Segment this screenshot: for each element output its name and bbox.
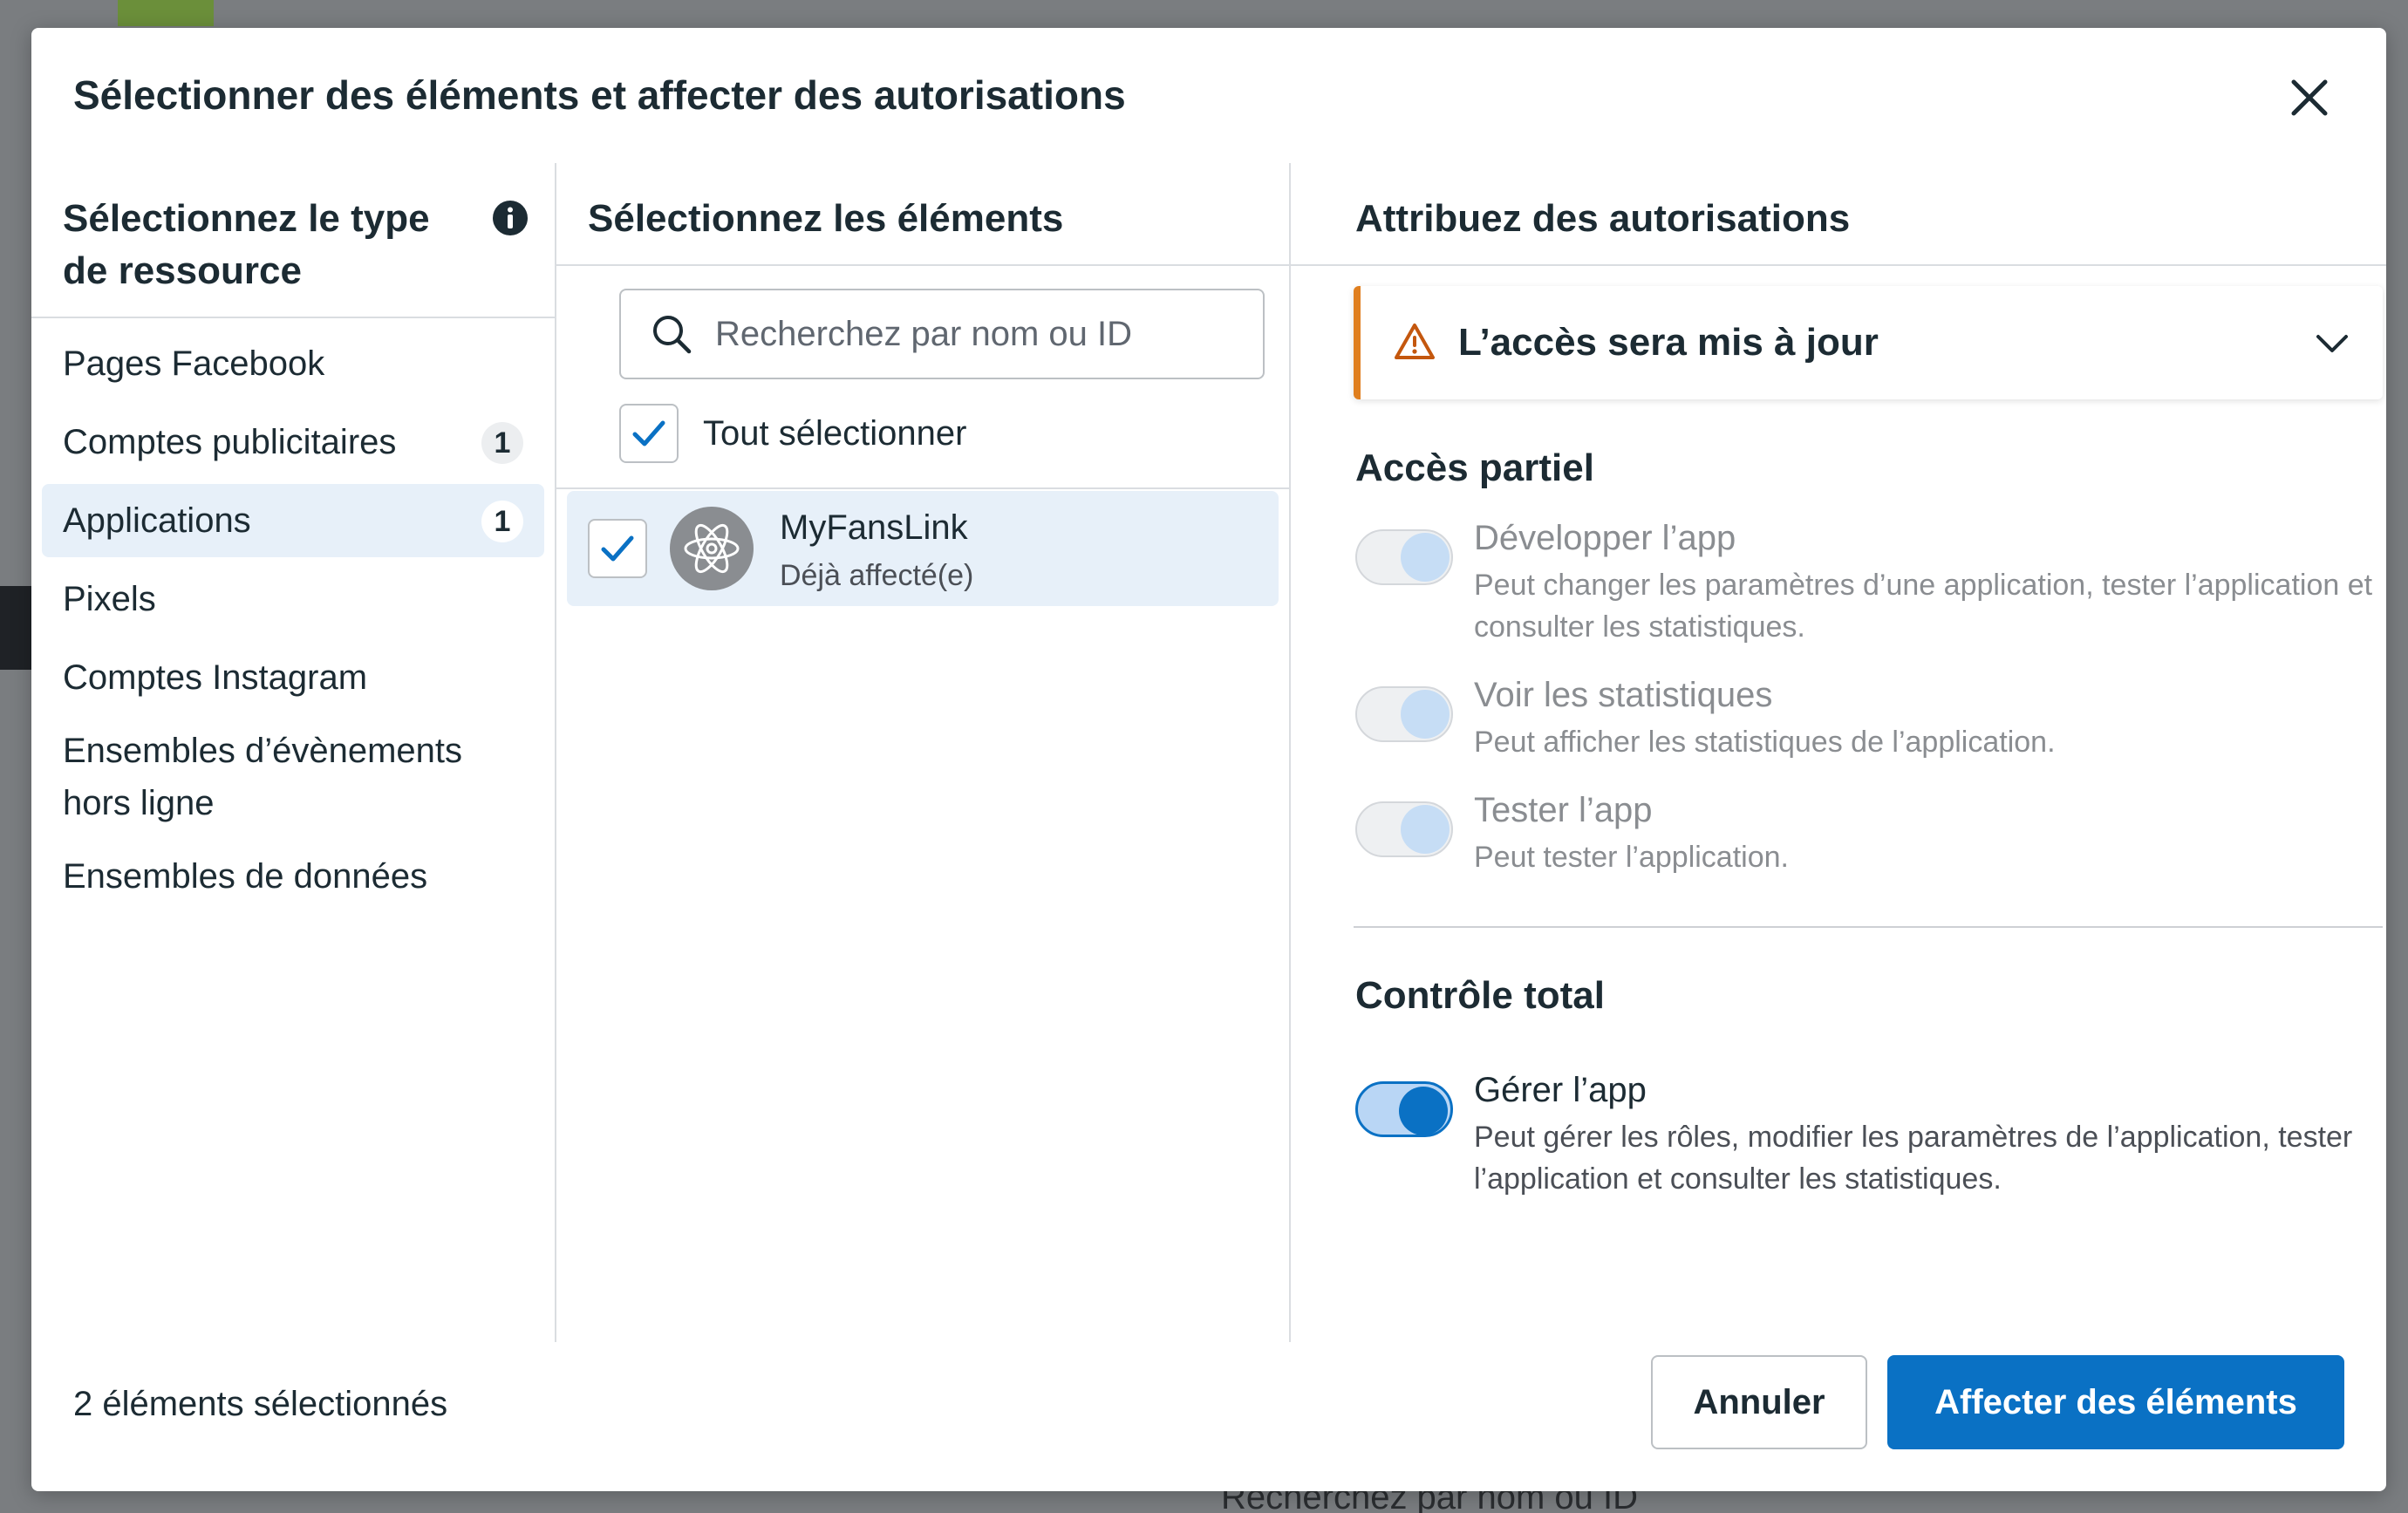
partial-access-title: Accès partiel bbox=[1355, 446, 1594, 489]
asset-name: MyFansLink bbox=[780, 508, 968, 547]
resource-type-offline-event-sets[interactable]: Ensembles d’évènements hors ligne bbox=[42, 719, 544, 835]
divider bbox=[1354, 926, 2383, 928]
resource-type-header: Sélectionnez le type de ressource bbox=[63, 197, 430, 292]
access-update-text: L’accès sera mis à jour bbox=[1458, 321, 1879, 364]
resource-type-label: Pages Facebook bbox=[63, 344, 325, 383]
close-button[interactable] bbox=[2283, 72, 2336, 124]
divider bbox=[31, 317, 555, 318]
resource-type-column: Sélectionnez le type de ressource Pages … bbox=[31, 163, 556, 1342]
resource-type-label: Pixels bbox=[63, 579, 156, 618]
resource-type-datasets[interactable]: Ensembles de données bbox=[42, 840, 544, 913]
resource-type-pixels[interactable]: Pixels bbox=[42, 562, 544, 636]
permissions-column: Attribuez des autorisations L’accès sera… bbox=[1291, 163, 2386, 1342]
permission-description: Peut gérer les rôles, modifier les param… bbox=[1474, 1121, 2353, 1196]
manage-app-toggle[interactable] bbox=[1355, 1081, 1453, 1137]
permission-description: Peut tester l’application. bbox=[1474, 841, 1789, 874]
permission-title: Gérer l’app bbox=[1474, 1071, 1647, 1109]
permission-title: Développer l’app bbox=[1474, 519, 1736, 557]
checkmark-icon bbox=[632, 420, 665, 446]
resource-type-label: Comptes Instagram bbox=[63, 658, 368, 697]
asset-checkbox[interactable] bbox=[588, 519, 647, 578]
close-icon bbox=[2291, 79, 2328, 116]
resource-type-instagram-accounts[interactable]: Comptes Instagram bbox=[42, 641, 544, 714]
resource-type-ad-accounts[interactable]: Comptes publicitaires 1 bbox=[42, 406, 544, 479]
selected-count: 2 éléments sélectionnés bbox=[73, 1385, 448, 1423]
count-badge: 1 bbox=[481, 501, 523, 542]
resource-type-pages-facebook[interactable]: Pages Facebook bbox=[42, 327, 544, 400]
atom-icon bbox=[684, 523, 740, 574]
checkmark-icon bbox=[601, 535, 634, 562]
search-input[interactable] bbox=[713, 313, 1258, 355]
asset-status: Déjà affecté(e) bbox=[780, 559, 974, 592]
assets-header: Sélectionnez les éléments bbox=[588, 197, 1064, 240]
select-all-label: Tout sélectionner bbox=[703, 413, 967, 453]
test-app-toggle[interactable] bbox=[1355, 801, 1453, 857]
divider bbox=[556, 487, 1289, 489]
divider bbox=[1291, 264, 2386, 266]
permission-title: Voir les statistiques bbox=[1474, 676, 1773, 714]
assets-column: Sélectionnez les éléments Tout sélection… bbox=[556, 163, 1291, 1342]
view-insights-toggle[interactable] bbox=[1355, 686, 1453, 742]
search-icon bbox=[653, 316, 692, 354]
chevron-down-icon bbox=[2316, 335, 2348, 352]
dialog-title: Sélectionner des éléments et affecter de… bbox=[73, 72, 1126, 118]
search-field[interactable] bbox=[619, 289, 1265, 379]
permission-title: Tester l’app bbox=[1474, 791, 1653, 829]
assign-assets-dialog: Sélectionner des éléments et affecter de… bbox=[31, 28, 2386, 1491]
info-icon[interactable] bbox=[492, 200, 529, 236]
permission-description: Peut afficher les statistiques de l’appl… bbox=[1474, 726, 2056, 759]
background-tab bbox=[0, 586, 31, 670]
full-control-title: Contrôle total bbox=[1355, 974, 1605, 1017]
count-badge: 1 bbox=[481, 422, 523, 464]
select-all-checkbox[interactable] bbox=[619, 404, 679, 463]
resource-type-applications[interactable]: Applications 1 bbox=[42, 484, 544, 557]
select-all-checkbox-row[interactable]: Tout sélectionner bbox=[619, 404, 966, 463]
permission-description: Peut changer les paramètres d’une applic… bbox=[1474, 569, 2373, 644]
warning-icon bbox=[1395, 324, 1435, 359]
resource-type-label: Ensembles d’évènements hors ligne bbox=[63, 732, 463, 822]
cancel-button[interactable]: Annuler bbox=[1651, 1355, 1867, 1449]
access-update-banner[interactable]: L’accès sera mis à jour bbox=[1354, 286, 2383, 399]
resource-type-list: Pages Facebook Comptes publicitaires 1 A… bbox=[31, 327, 555, 918]
resource-type-label: Applications bbox=[63, 501, 251, 540]
app-avatar bbox=[670, 507, 754, 590]
background-avatar bbox=[118, 0, 214, 26]
assign-assets-button[interactable]: Affecter des éléments bbox=[1887, 1355, 2344, 1449]
asset-row[interactable]: MyFansLink Déjà affecté(e) bbox=[567, 491, 1279, 606]
divider bbox=[556, 264, 1289, 266]
resource-type-label: Comptes publicitaires bbox=[63, 422, 397, 461]
resource-type-label: Ensembles de données bbox=[63, 856, 428, 896]
develop-app-toggle[interactable] bbox=[1355, 529, 1453, 585]
permissions-header: Attribuez des autorisations bbox=[1355, 197, 1851, 240]
